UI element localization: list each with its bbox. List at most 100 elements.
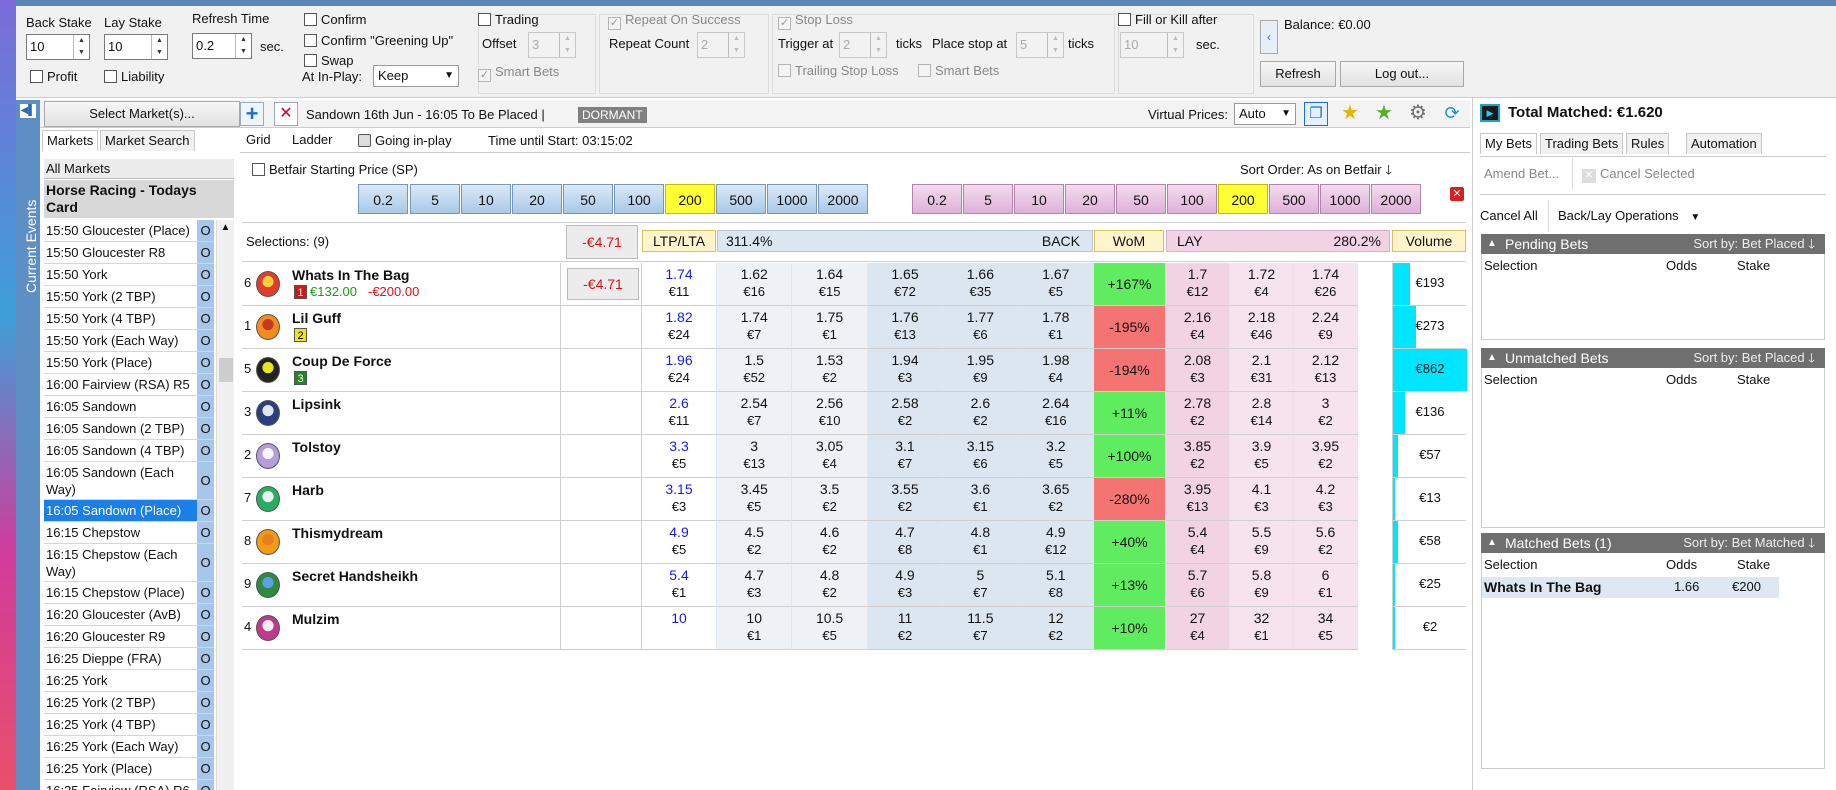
current-events-bar[interactable]: ◀▌ Current Events <box>16 100 40 790</box>
market-list-item[interactable]: 16:25 York (2 TBP) <box>44 692 197 714</box>
back-price-cell[interactable]: 3.45 €5 <box>717 478 793 521</box>
spinner-icon[interactable]: ▲ ▼ <box>559 33 575 57</box>
market-open-marker[interactable]: O <box>197 286 214 308</box>
market-open-marker[interactable]: O <box>197 522 214 544</box>
volume-header[interactable]: Volume <box>1392 230 1466 252</box>
close-market-icon[interactable]: ✕ <box>274 102 298 126</box>
swap-checkbox[interactable]: Swap <box>304 53 354 68</box>
back-price-cell[interactable]: 2.54 €7 <box>717 392 793 435</box>
runner-name[interactable]: Whats In The Bag <box>292 267 409 283</box>
spinner-icon[interactable]: ▲ ▼ <box>73 35 89 59</box>
lay-stake-preset[interactable]: 500 <box>1269 184 1319 214</box>
back-price-cell[interactable]: 1.98 €4 <box>1018 349 1094 392</box>
market-open-marker[interactable]: O <box>197 242 214 264</box>
runner-row[interactable]: 5 Coup De Force 3 <box>242 349 560 392</box>
lay-price-cell[interactable]: 1.72 €4 <box>1230 263 1294 306</box>
back-price-cell[interactable]: 1.76 €13 <box>867 306 944 349</box>
lay-price-cell[interactable]: 5.6 €2 <box>1294 521 1358 564</box>
market-list-item[interactable]: 15:50 York (Each Way) <box>44 330 197 352</box>
ltp-cell[interactable]: 1.82 €24 <box>642 306 717 349</box>
back-stake-preset[interactable]: 200 <box>665 184 715 214</box>
lay-price-cell[interactable]: 6 €1 <box>1294 564 1358 607</box>
back-price-cell[interactable]: 12 €2 <box>1018 607 1094 650</box>
back-price-cell[interactable]: 5.1 €8 <box>1018 564 1094 607</box>
market-open-marker[interactable]: O <box>197 670 214 692</box>
smart-bets-checkbox[interactable]: Smart Bets <box>478 64 559 82</box>
refresh-button[interactable]: Refresh <box>1260 61 1336 87</box>
lay-stake-preset[interactable]: 5 <box>963 184 1013 214</box>
wom-header[interactable]: WoM <box>1094 230 1164 252</box>
back-price-cell[interactable]: 1.94 €3 <box>867 349 944 392</box>
back-price-cell[interactable]: 4.8 €2 <box>792 564 868 607</box>
back-price-cell[interactable]: 3.5 €2 <box>792 478 868 521</box>
market-open-marker[interactable]: O <box>197 352 214 374</box>
lay-price-cell[interactable]: 32 €1 <box>1230 607 1294 650</box>
offset-input[interactable]: 3 ▲ ▼ <box>528 32 576 58</box>
place-stop-input[interactable]: 5 ▲ ▼ <box>1016 32 1064 58</box>
market-list-item[interactable]: 15:50 York (Place) <box>44 352 197 374</box>
back-price-cell[interactable]: 3.1 €7 <box>867 435 944 478</box>
back-stake-preset[interactable]: 50 <box>563 184 613 214</box>
lay-price-cell[interactable]: 3.85 €2 <box>1166 435 1230 478</box>
favourite-add-icon[interactable]: ★ <box>1372 102 1396 126</box>
stop-loss-checkbox[interactable]: Stop Loss <box>778 12 853 30</box>
back-stake-preset[interactable]: 20 <box>512 184 562 214</box>
back-price-cell[interactable]: 11.5 €7 <box>943 607 1019 650</box>
confirm-checkbox[interactable]: Confirm <box>304 12 367 27</box>
collapse-account-icon[interactable]: ‹ <box>1260 20 1278 54</box>
market-list-item[interactable]: 16:05 Sandown (Each Way) <box>44 462 197 500</box>
ltp-cell[interactable]: 3.15 €3 <box>642 478 717 521</box>
market-open-marker[interactable]: O <box>197 500 214 522</box>
confirm-greening-checkbox[interactable]: Confirm "Greening Up" <box>304 33 453 48</box>
ltp-cell[interactable]: 2.6 €11 <box>642 392 717 435</box>
select-markets-button[interactable]: Select Market(s)... <box>44 101 240 127</box>
market-list-item[interactable]: 16:20 Gloucester R9 <box>44 626 197 648</box>
market-open-marker[interactable]: O <box>197 462 214 500</box>
back-price-cell[interactable]: 3.55 €2 <box>867 478 944 521</box>
lay-stake-input[interactable]: 10 ▲ ▼ <box>104 34 168 60</box>
back-price-cell[interactable]: 1.64 €15 <box>792 263 868 306</box>
add-market-icon[interactable]: + <box>240 102 264 126</box>
runner-name[interactable]: Lipsink <box>292 396 341 412</box>
market-list-item[interactable]: 15:50 Gloucester (Place) <box>44 220 197 242</box>
back-price-cell[interactable]: 1.53 €2 <box>792 349 868 392</box>
amend-bet-button[interactable]: Amend Bet... <box>1484 166 1559 181</box>
back-price-cell[interactable]: 3.05 €4 <box>792 435 868 478</box>
collapse-icon[interactable]: ◀▌ <box>20 104 36 118</box>
runner-row[interactable]: 1 Lil Guff 2 <box>242 306 560 349</box>
runner-row[interactable]: 8 Thismydream <box>242 521 560 564</box>
runner-name[interactable]: Secret Handsheikh <box>292 568 418 584</box>
back-price-cell[interactable]: 3 €13 <box>717 435 793 478</box>
lay-price-cell[interactable]: 5.5 €9 <box>1230 521 1294 564</box>
market-open-marker[interactable]: O <box>197 626 214 648</box>
matched-bet-row[interactable]: Whats In The Bag 1.66 €200 <box>1482 577 1779 598</box>
market-list-item[interactable]: 16:00 Fairview (RSA) R5 <box>44 374 197 396</box>
fill-or-kill-input[interactable]: 10 ▲ ▼ <box>1120 32 1184 58</box>
lay-stake-preset[interactable]: 2000 <box>1371 184 1421 214</box>
market-list-item[interactable]: 16:15 Chepstow (Each Way) <box>44 544 197 582</box>
market-open-marker[interactable]: O <box>197 220 214 242</box>
back-price-cell[interactable]: 3.6 €1 <box>943 478 1019 521</box>
star-icon[interactable]: ★ <box>1338 102 1362 126</box>
lay-stake-preset[interactable]: 20 <box>1065 184 1115 214</box>
lay-stake-preset[interactable]: 50 <box>1116 184 1166 214</box>
market-list-item[interactable]: 15:50 York (2 TBP) <box>44 286 197 308</box>
market-list-item[interactable]: 16:15 Chepstow (Place) <box>44 582 197 604</box>
back-price-cell[interactable]: 10 €1 <box>717 607 793 650</box>
ltp-cell[interactable]: 1.74 €11 <box>642 263 717 306</box>
unmatched-sort[interactable]: Sort by: Bet Placed 🡓 <box>1693 348 1815 368</box>
lay-price-cell[interactable]: 4.1 €3 <box>1230 478 1294 521</box>
lay-stake-preset[interactable]: 200 <box>1218 184 1268 214</box>
market-list-item[interactable]: 16:25 York <box>44 670 197 692</box>
runner-name[interactable]: Coup De Force <box>292 353 392 369</box>
lay-price-cell[interactable]: 3.95 €2 <box>1294 435 1358 478</box>
lay-stake-preset[interactable]: 1000 <box>1320 184 1370 214</box>
gear-icon[interactable]: ⚙ <box>1406 102 1430 126</box>
trigger-input[interactable]: 2 ▲ ▼ <box>839 32 887 58</box>
pending-bets-header[interactable]: ▲ Pending Bets Sort by: Bet Placed 🡓 <box>1481 234 1825 254</box>
market-list-item[interactable]: 16:05 Sandown <box>44 396 197 418</box>
lay-price-cell[interactable]: 2.16 €4 <box>1166 306 1230 349</box>
lay-price-cell[interactable]: 5.4 €4 <box>1166 521 1230 564</box>
right-tab[interactable]: Trading Bets <box>1540 133 1624 154</box>
spinner-icon[interactable]: ▲ ▼ <box>235 34 251 58</box>
